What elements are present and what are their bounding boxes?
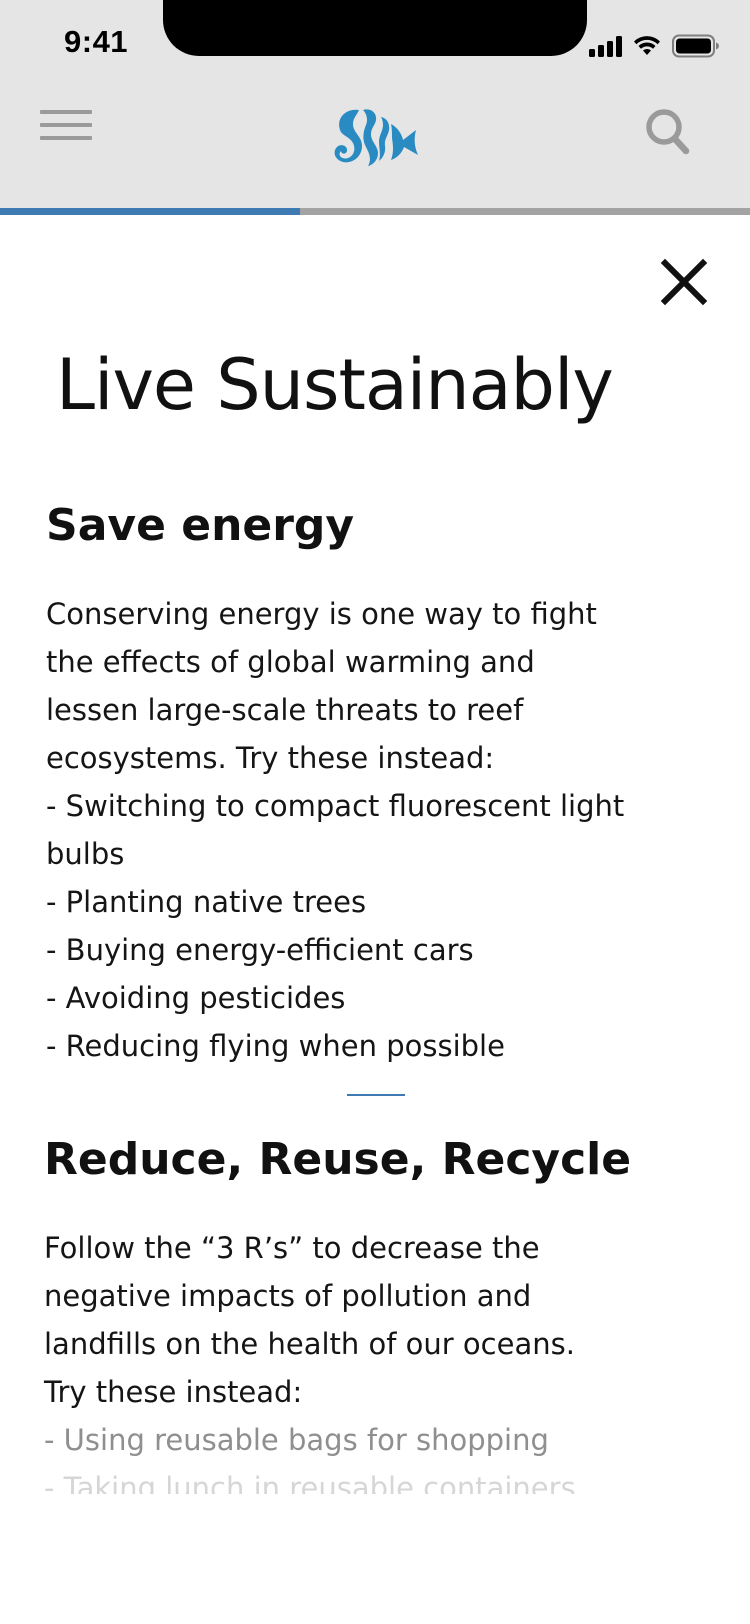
signal-icon [589, 35, 622, 57]
section-heading: Reduce, Reuse, Recycle [44, 1134, 632, 1185]
section-body: Conserving energy is one way to fight th… [46, 590, 716, 1070]
wifi-icon [632, 35, 662, 57]
section-body: Follow the “3 R’s” to decrease the negat… [44, 1224, 714, 1494]
body-line: Conserving energy is one way to fight [46, 597, 597, 631]
body-line: landfills on the health of our oceans. [44, 1327, 575, 1361]
device-notch [163, 0, 587, 56]
menu-button[interactable] [40, 110, 94, 150]
list-item: - Avoiding pesticides [46, 981, 346, 1015]
reading-progress-fill [0, 208, 300, 215]
close-button[interactable] [660, 258, 708, 306]
menu-icon [40, 110, 92, 114]
reading-progress-bar [0, 208, 750, 215]
list-item: - Reducing flying when possible [46, 1029, 505, 1063]
body-line: Try these instead: [44, 1375, 303, 1409]
list-item: - Taking lunch in reusable containers [44, 1471, 576, 1494]
section-reduce-reuse-recycle: Reduce, Reuse, Recycle Follow the “3 R’s… [44, 1132, 714, 1494]
status-icons [589, 34, 720, 58]
body-line: ecosystems. Try these instead: [46, 741, 495, 775]
list-item: - Switching to compact fluorescent light [46, 789, 625, 823]
page-title: Live Sustainably [56, 344, 614, 426]
battery-icon [672, 34, 720, 58]
app-header [0, 88, 750, 210]
search-icon [646, 109, 690, 155]
section-save-energy: Save energy Conserving energy is one way… [46, 498, 716, 1070]
body-line: the effects of global warming and [46, 645, 535, 679]
list-item-continuation: bulbs [46, 837, 125, 871]
list-item: - Planting native trees [46, 885, 367, 919]
section-divider [347, 1094, 405, 1096]
body-line: negative impacts of pollution and [44, 1279, 532, 1313]
close-icon [660, 258, 708, 306]
section-heading: Save energy [46, 500, 355, 551]
search-button[interactable] [644, 106, 692, 158]
body-line: Follow the “3 R’s” to decrease the [44, 1231, 540, 1265]
fish-logo-icon[interactable] [326, 100, 426, 172]
body-line: lessen large-scale threats to reef [46, 693, 524, 727]
list-item: - Using reusable bags for shopping [44, 1423, 549, 1457]
status-time: 9:41 [64, 24, 129, 59]
status-bar: 9:41 [0, 0, 750, 88]
list-item: - Buying energy-efficient cars [46, 933, 474, 967]
